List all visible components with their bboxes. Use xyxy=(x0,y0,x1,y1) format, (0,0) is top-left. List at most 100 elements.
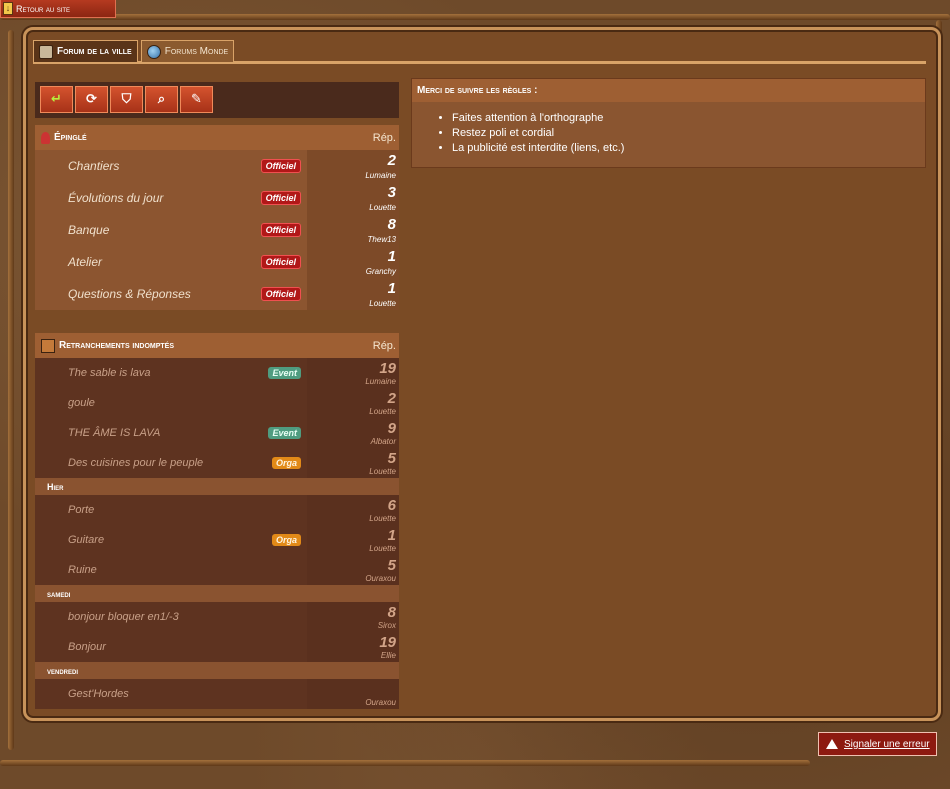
thread-replies-cell: 2 Lumaine xyxy=(307,150,399,182)
thread-title-cell[interactable]: Ruine xyxy=(35,555,307,585)
last-poster[interactable]: Ouraxou xyxy=(365,574,396,583)
reply-count: 2 xyxy=(387,390,396,407)
reply-count: 9 xyxy=(387,420,396,437)
last-poster[interactable]: Louette xyxy=(369,467,396,476)
thread-row[interactable]: The sable is lava Event 19 Lumaine xyxy=(35,358,399,388)
thread-replies-cell: 8 Thew13 xyxy=(307,214,399,246)
thread-row[interactable]: goule 2 Louette xyxy=(35,388,399,418)
thread-row[interactable]: Atelier Officiel 1 Granchy xyxy=(35,246,399,278)
filter-button[interactable]: ⛉ xyxy=(110,86,143,113)
thread-title-cell[interactable]: Atelier Officiel xyxy=(35,246,307,278)
thread-title[interactable]: Évolutions du jour xyxy=(68,191,261,205)
thread-replies-cell: 5 Ouraxou xyxy=(307,555,399,585)
thread-title-cell[interactable]: Évolutions du jour Officiel xyxy=(35,182,307,214)
thread-title[interactable]: Ruine xyxy=(68,564,301,576)
tab-forums-monde[interactable]: Forums Monde xyxy=(140,40,235,62)
last-poster[interactable]: Louette xyxy=(369,544,396,553)
search-button[interactable]: ⌕ xyxy=(145,86,178,113)
day-separator: Hier xyxy=(35,478,399,495)
rules-title: Merci de suivre les règles : xyxy=(412,79,925,102)
thread-title[interactable]: Atelier xyxy=(68,255,261,269)
thread-row[interactable]: Bonjour 19 Ellie xyxy=(35,632,399,662)
thread-replies-cell: 1 Louette xyxy=(307,278,399,310)
forum-header: Retranchements indomptés Rép. xyxy=(35,333,399,358)
thread-title-cell[interactable]: Porte xyxy=(35,495,307,525)
thread-title-cell[interactable]: Guitare Orga xyxy=(35,525,307,555)
thread-title-cell[interactable]: Gest'Hordes xyxy=(35,679,307,709)
thread-title[interactable]: Chantiers xyxy=(68,159,261,173)
thread-row[interactable]: bonjour bloquer en1/-3 8 Sirox xyxy=(35,602,399,632)
forum-title: Retranchements indomptés xyxy=(59,340,175,351)
last-poster[interactable]: Granchy xyxy=(366,267,396,276)
last-poster[interactable]: Sirox xyxy=(378,621,396,630)
thread-row[interactable]: Chantiers Officiel 2 Lumaine xyxy=(35,150,399,182)
tab-forum-ville[interactable]: Forum de la ville xyxy=(33,40,138,62)
thread-title[interactable]: Guitare xyxy=(68,534,272,546)
thread-title[interactable]: THE ÂME IS LAVA xyxy=(68,427,268,439)
thread-title[interactable]: goule xyxy=(68,397,301,409)
thread-title-cell[interactable]: Banque Officiel xyxy=(35,214,307,246)
pinned-title: Épinglé xyxy=(54,132,87,143)
reply-count: 19 xyxy=(379,634,396,651)
refresh-button[interactable]: ⟳ xyxy=(75,86,108,113)
reply-count: 1 xyxy=(387,280,396,297)
thread-row[interactable]: Banque Officiel 8 Thew13 xyxy=(35,214,399,246)
thread-title[interactable]: The sable is lava xyxy=(68,367,268,379)
last-poster[interactable]: Thew13 xyxy=(368,235,396,244)
thread-row[interactable]: THE ÂME IS LAVA Event 9 Albator xyxy=(35,418,399,448)
thread-title[interactable]: Gest'Hordes xyxy=(68,688,301,700)
thread-badge: Event xyxy=(268,427,301,439)
last-poster[interactable]: Louette xyxy=(369,203,396,212)
thread-badge: Officiel xyxy=(260,159,301,173)
last-poster[interactable]: Louette xyxy=(369,514,396,523)
thread-title-cell[interactable]: The sable is lava Event xyxy=(35,358,307,388)
search-icon: ⌕ xyxy=(157,92,166,107)
thread-row[interactable]: Des cuisines pour le peuple Orga 5 Louette xyxy=(35,448,399,478)
last-poster[interactable]: Lumaine xyxy=(365,377,396,386)
reply-count: 3 xyxy=(387,184,396,201)
reply-count: 8 xyxy=(387,604,396,621)
thread-title[interactable]: Bonjour xyxy=(68,641,301,653)
thread-row[interactable]: Gest'Hordes Ouraxou xyxy=(35,679,399,709)
thread-row[interactable]: Guitare Orga 1 Louette xyxy=(35,525,399,555)
thread-title[interactable]: Questions & Réponses xyxy=(68,287,261,301)
thread-title-cell[interactable]: bonjour bloquer en1/-3 xyxy=(35,602,307,632)
thread-replies-cell: 5 Louette xyxy=(307,448,399,478)
thread-row[interactable]: Porte 6 Louette xyxy=(35,495,399,525)
last-poster[interactable]: Louette xyxy=(369,407,396,416)
last-poster[interactable]: Lumaine xyxy=(365,171,396,180)
thread-title-cell[interactable]: THE ÂME IS LAVA Event xyxy=(35,418,307,448)
thread-title-cell[interactable]: Questions & Réponses Officiel xyxy=(35,278,307,310)
thread-badge: Officiel xyxy=(260,191,301,205)
thread-row[interactable]: Questions & Réponses Officiel 1 Louette xyxy=(35,278,399,310)
thread-row[interactable]: Évolutions du jour Officiel 3 Louette xyxy=(35,182,399,214)
thread-title[interactable]: Des cuisines pour le peuple xyxy=(68,457,272,469)
globe-icon xyxy=(146,44,161,59)
thread-title[interactable]: Porte xyxy=(68,504,301,516)
report-error-label: Signaler une erreur xyxy=(844,738,930,750)
last-poster[interactable]: Ouraxou xyxy=(365,698,396,707)
last-poster[interactable]: Albator xyxy=(371,437,396,446)
report-error-button[interactable]: Signaler une erreur xyxy=(818,732,937,756)
last-poster[interactable]: Louette xyxy=(369,299,396,308)
thread-row[interactable]: Ruine 5 Ouraxou xyxy=(35,555,399,585)
thread-title[interactable]: Banque xyxy=(68,223,261,237)
reply-count: 1 xyxy=(387,527,396,544)
return-button[interactable]: ↵ xyxy=(40,86,73,113)
thread-title-cell[interactable]: Des cuisines pour le peuple Orga xyxy=(35,448,307,478)
tab-forums-monde-label: Forums Monde xyxy=(164,46,229,57)
reply-count: 5 xyxy=(387,450,396,467)
last-poster[interactable]: Ellie xyxy=(381,651,396,660)
back-to-site-link[interactable]: ↓ Retour au site xyxy=(0,0,116,18)
tab-forum-ville-label: Forum de la ville xyxy=(57,46,132,57)
thread-replies-cell: 6 Louette xyxy=(307,495,399,525)
thread-title-cell[interactable]: goule xyxy=(35,388,307,418)
filter-icon: ⛉ xyxy=(121,92,132,107)
thread-title[interactable]: bonjour bloquer en1/-3 xyxy=(68,611,301,623)
thread-title-cell[interactable]: Chantiers Officiel xyxy=(35,150,307,182)
pinned-rep-label: Rép. xyxy=(372,131,396,144)
thread-title-cell[interactable]: Bonjour xyxy=(35,632,307,662)
thread-replies-cell: 8 Sirox xyxy=(307,602,399,632)
pencil-icon: ✎ xyxy=(191,92,202,107)
new-thread-button[interactable]: ✎ xyxy=(180,86,213,113)
